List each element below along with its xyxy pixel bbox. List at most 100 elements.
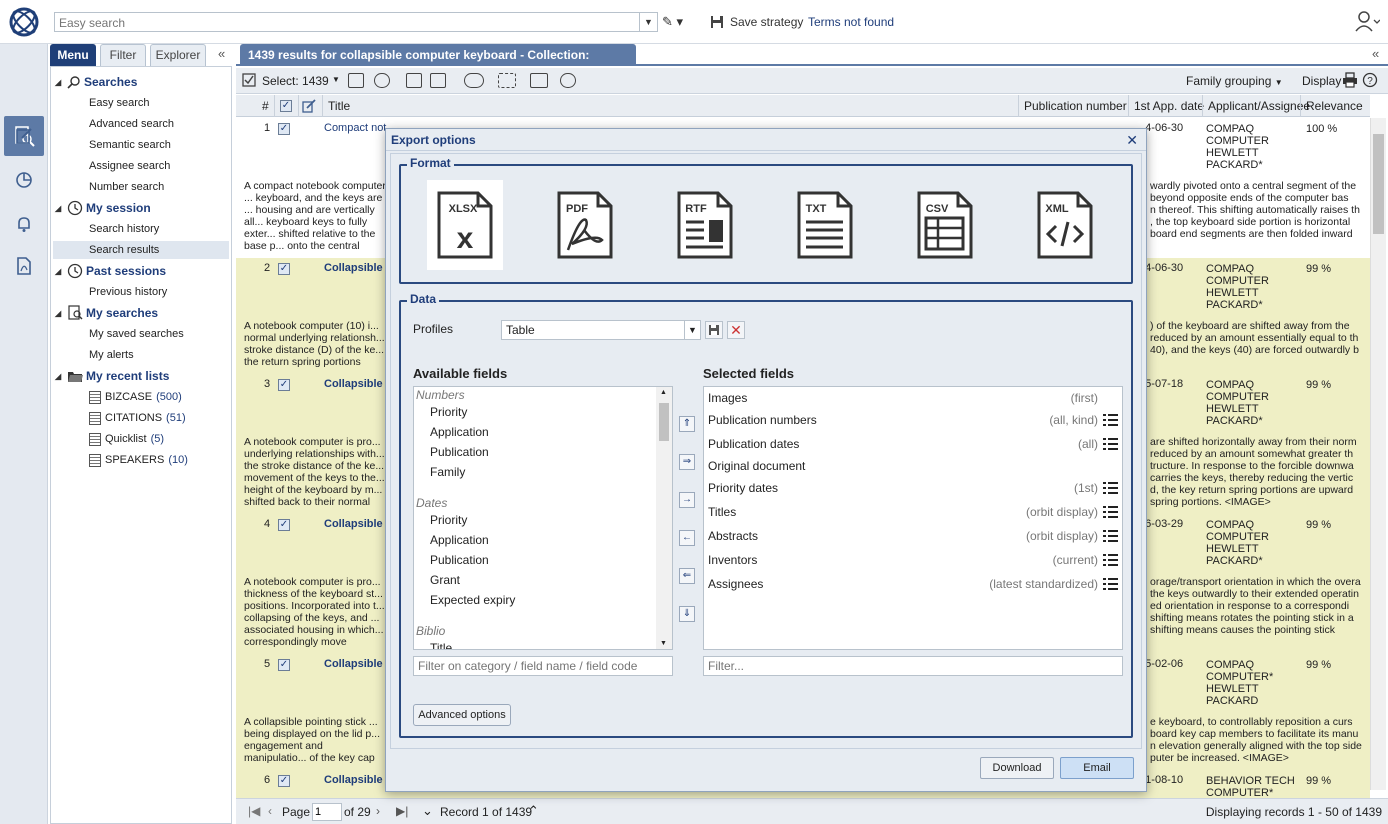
select-dropdown-icon[interactable]: ▼: [332, 75, 340, 84]
print-icon[interactable]: [1342, 72, 1358, 88]
format-txt-button[interactable]: TXT: [787, 180, 863, 270]
annotate-icon[interactable]: [374, 73, 390, 88]
tree-past-sessions[interactable]: ◢ Past sessions: [55, 262, 166, 280]
row-title-link[interactable]: Collapsible: [324, 378, 383, 390]
tree-my-session[interactable]: ◢ My session: [55, 199, 151, 217]
col-applicant[interactable]: Applicant/Assignee: [1208, 99, 1310, 113]
col-app-date[interactable]: 1st App. date: [1134, 99, 1204, 113]
col-publication-number[interactable]: Publication number: [1024, 99, 1127, 113]
scroll-up-icon[interactable]: ▲: [660, 389, 667, 396]
col-relevance[interactable]: Relevance score: [1306, 99, 1366, 113]
search-dropdown-icon[interactable]: ▼: [639, 13, 657, 31]
rail-edit-button[interactable]: [4, 116, 44, 156]
move-all-right-button[interactable]: ⇒: [679, 454, 695, 470]
list-options-icon[interactable]: [1103, 481, 1118, 495]
selected-field-inventors[interactable]: Inventors(current): [708, 550, 1120, 570]
move-all-left-button[interactable]: ⇐: [679, 568, 695, 584]
analytics-pie-icon[interactable]: [560, 73, 576, 88]
tab-filter[interactable]: Filter: [100, 44, 146, 66]
row-checkbox[interactable]: ✓: [278, 775, 290, 787]
record-down-icon[interactable]: ⌄: [422, 803, 433, 819]
app-logo-icon[interactable]: [8, 6, 40, 38]
selected-field-publication-numbers[interactable]: Publication numbers(all, kind): [708, 410, 1120, 430]
sidebar-item-previous-history[interactable]: Previous history: [89, 283, 167, 301]
selected-field-abstracts[interactable]: Abstracts(orbit display): [708, 526, 1120, 546]
expand-icon[interactable]: ◢: [55, 267, 64, 276]
save-profile-button[interactable]: [705, 321, 723, 339]
col-title[interactable]: Title: [328, 99, 350, 113]
first-page-icon[interactable]: |◀: [248, 804, 260, 818]
tab-results[interactable]: 1439 results for collapsible computer ke…: [240, 44, 636, 66]
sidebar-item-assignee-search[interactable]: Assignee search: [89, 157, 170, 175]
move-top-button[interactable]: ⇑: [679, 416, 695, 432]
email-icon[interactable]: [406, 73, 422, 88]
list-options-icon[interactable]: [1103, 553, 1118, 567]
save-strategy-button[interactable]: Save strategy: [710, 13, 803, 31]
expand-columns-icon[interactable]: [498, 73, 516, 88]
list-item-speakers[interactable]: SPEAKERS(10): [89, 451, 188, 469]
available-fields-list[interactable]: Numbers Priority Application Publication…: [413, 386, 673, 650]
row-title-link[interactable]: Collapsible: [324, 774, 383, 786]
sidebar-item-search-history[interactable]: Search history: [89, 220, 159, 238]
field-numbers-family[interactable]: Family: [430, 465, 465, 479]
selected-field-assignees[interactable]: Assignees(latest standardized): [708, 574, 1120, 594]
move-right-button[interactable]: →: [679, 492, 695, 508]
list-item-quicklist[interactable]: Quicklist(5): [89, 430, 164, 448]
format-csv-button[interactable]: CSV: [907, 180, 983, 270]
tab-menu[interactable]: Menu: [50, 44, 96, 66]
format-rtf-button[interactable]: RTF: [667, 180, 743, 270]
field-dates-grant[interactable]: Grant: [430, 573, 460, 587]
tab-explorer[interactable]: Explorer: [150, 44, 206, 66]
field-dates-application[interactable]: Application: [430, 533, 489, 547]
row-title-link[interactable]: Collapsible: [324, 262, 383, 274]
scrollbar-thumb[interactable]: [1373, 134, 1384, 234]
field-dates-priority[interactable]: Priority: [430, 513, 467, 527]
sidebar-item-my-saved-searches[interactable]: My saved searches: [89, 325, 184, 343]
easy-search-box[interactable]: ▼: [54, 12, 658, 32]
sidebar-item-my-alerts[interactable]: My alerts: [89, 346, 134, 364]
row-checkbox[interactable]: ✓: [278, 519, 290, 531]
sidebar-item-number-search[interactable]: Number search: [89, 178, 164, 196]
help-icon[interactable]: ?: [1362, 72, 1378, 88]
col-number[interactable]: #: [262, 99, 269, 113]
last-page-icon[interactable]: ▶|: [396, 804, 408, 818]
tree-my-recent-lists[interactable]: ◢ My recent lists: [55, 367, 169, 385]
selected-field-images[interactable]: Images(first): [708, 388, 1120, 408]
download-button[interactable]: Download: [980, 757, 1054, 779]
family-grouping-dropdown[interactable]: Family grouping ▼: [1186, 74, 1283, 88]
scrollbar-thumb[interactable]: [659, 403, 669, 441]
available-fields-filter-input[interactable]: [413, 656, 673, 676]
select-checkbox-icon[interactable]: [242, 73, 256, 87]
move-bottom-button[interactable]: ⇓: [679, 606, 695, 622]
expand-icon[interactable]: ◢: [55, 372, 64, 381]
record-up-icon[interactable]: ⌃: [528, 803, 539, 819]
delete-profile-button[interactable]: ✕: [727, 321, 745, 339]
list-options-icon[interactable]: [1103, 413, 1118, 427]
selected-field-priority-dates[interactable]: Priority dates(1st): [708, 478, 1120, 498]
edit-pen-icon[interactable]: ✎ ▾: [662, 14, 692, 30]
results-scrollbar[interactable]: [1370, 118, 1386, 790]
field-numbers-priority[interactable]: Priority: [430, 405, 467, 419]
select-all-checkbox[interactable]: ✓: [280, 100, 292, 112]
list-options-icon[interactable]: [1103, 505, 1118, 519]
expand-icon[interactable]: ◢: [55, 309, 64, 318]
expand-icon[interactable]: ◢: [55, 204, 64, 213]
row-checkbox[interactable]: ✓: [278, 659, 290, 671]
email-button[interactable]: Email: [1060, 757, 1134, 779]
chevron-down-icon[interactable]: ▼: [684, 321, 700, 339]
format-xml-button[interactable]: XML: [1027, 180, 1103, 270]
collapse-left-panel-icon[interactable]: «: [218, 46, 225, 61]
row-checkbox[interactable]: ✓: [278, 123, 290, 135]
field-dates-publication[interactable]: Publication: [430, 553, 489, 567]
page-number-input[interactable]: [312, 803, 342, 821]
rail-pdf-button[interactable]: [4, 246, 44, 286]
select-count[interactable]: Select: 1439: [262, 74, 329, 88]
selected-field-original-document[interactable]: Original document: [708, 456, 1120, 476]
field-biblio-title[interactable]: Title: [430, 641, 452, 650]
expand-icon[interactable]: ◢: [55, 78, 64, 87]
format-xlsx-button[interactable]: XLSX x: [427, 180, 503, 270]
rail-analytics-button[interactable]: [4, 160, 44, 200]
compare-icon[interactable]: [530, 73, 548, 88]
collapse-main-icon[interactable]: «: [1372, 46, 1379, 61]
view-icon[interactable]: [464, 73, 484, 88]
